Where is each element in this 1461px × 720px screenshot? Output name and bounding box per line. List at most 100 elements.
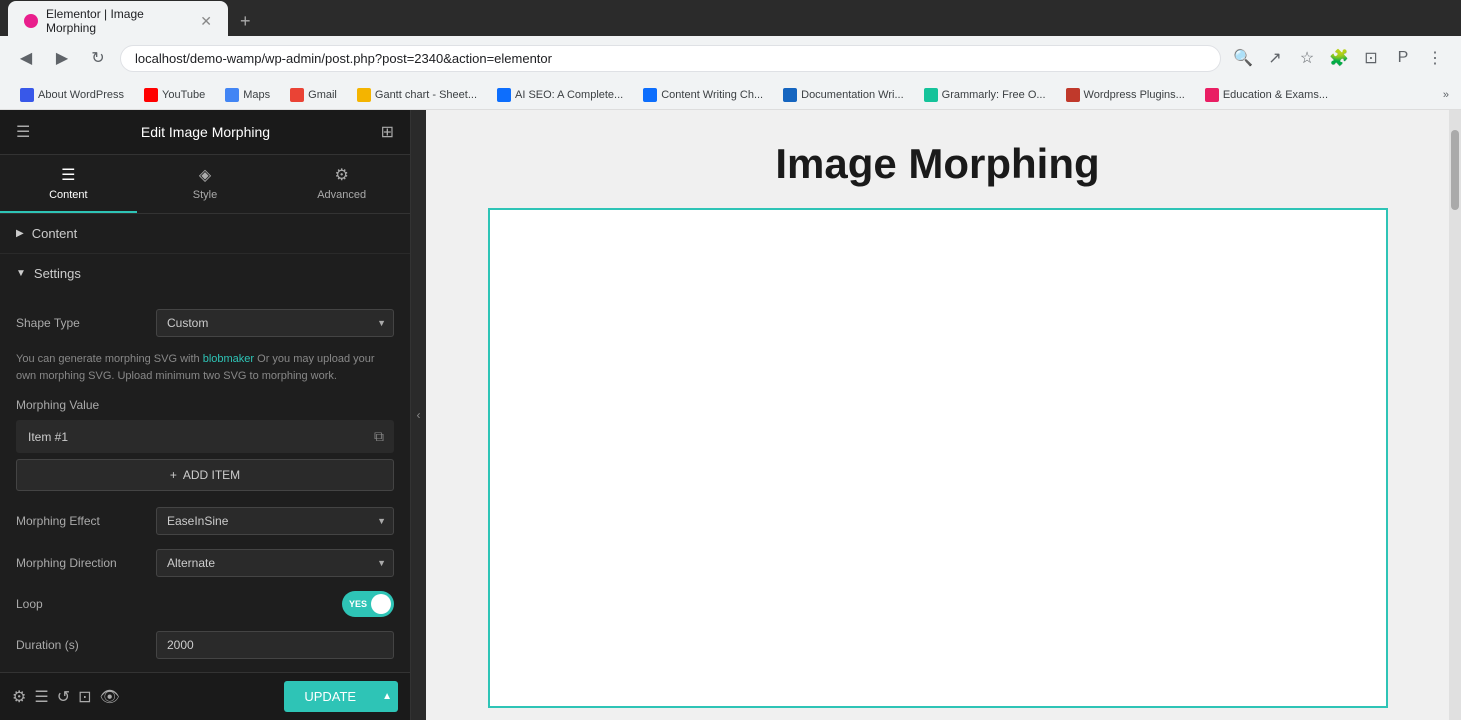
panel-tabs: ☰ Content ◈ Style ⚙ Advanced: [0, 155, 410, 214]
nav-bar: ◀ ▶ ↻ localhost/demo-wamp/wp-admin/post.…: [0, 36, 1461, 80]
bookmark-maps[interactable]: Maps: [217, 86, 278, 104]
forward-button[interactable]: ▶: [48, 44, 76, 72]
loop-toggle[interactable]: YES: [342, 591, 394, 617]
update-btn-group: UPDATE ▲: [284, 681, 398, 712]
morphing-direction-row: Morphing Direction Alternate Normal Reve…: [16, 549, 394, 577]
browser-chrome: Elementor | Image Morphing ✕ + ◀ ▶ ↻ loc…: [0, 0, 1461, 110]
bookmark-ai[interactable]: AI SEO: A Complete...: [489, 86, 631, 104]
responsive-footer-icon[interactable]: ⊡: [78, 687, 91, 707]
layers-footer-icon[interactable]: ☰: [34, 687, 48, 707]
bookmark-doc[interactable]: Documentation Wri...: [775, 86, 912, 104]
morphing-value-section: Morphing Value Item #1 ⧉: [16, 398, 394, 453]
shape-type-control: Custom Circle Square Triangle: [156, 309, 394, 337]
grid-icon[interactable]: ⊞: [381, 122, 394, 142]
settings-content: Shape Type Custom Circle Square Triangle: [0, 293, 410, 672]
loop-row: Loop YES: [16, 591, 394, 617]
add-item-plus-icon: +: [170, 468, 177, 482]
shape-type-label: Shape Type: [16, 316, 156, 330]
tab-close-button[interactable]: ✕: [200, 13, 212, 30]
sidebar: ☰ Edit Image Morphing ⊞ ☰ Content ◈ Styl…: [0, 110, 410, 720]
tab-favicon: [24, 14, 38, 28]
url-text: localhost/demo-wamp/wp-admin/post.php?po…: [135, 51, 1206, 66]
content-tab-label: Content: [49, 189, 88, 201]
item-row: Item #1 ⧉: [16, 420, 394, 453]
advanced-tab-label: Advanced: [317, 189, 366, 201]
zoom-button[interactable]: 🔍: [1229, 44, 1257, 72]
bookmark-gmail[interactable]: Gmail: [282, 86, 345, 104]
bookmark-cw[interactable]: Content Writing Ch...: [635, 86, 771, 104]
more-bookmarks[interactable]: »: [1443, 89, 1449, 101]
duplicate-item-button[interactable]: ⧉: [364, 420, 394, 453]
tab-content[interactable]: ☰ Content: [0, 155, 137, 213]
canvas-area: Image Morphing: [426, 110, 1449, 720]
extension-button[interactable]: 🧩: [1325, 44, 1353, 72]
duration-input[interactable]: [156, 631, 394, 659]
loop-label: Loop: [16, 597, 342, 611]
tab-style[interactable]: ◈ Style: [137, 155, 274, 213]
settings-section: ▼ Settings Shape Type Custom Circle Squa…: [0, 254, 410, 672]
shape-type-row: Shape Type Custom Circle Square Triangle: [16, 309, 394, 337]
sidebar-title: Edit Image Morphing: [141, 124, 270, 140]
bookmark-edu[interactable]: Education & Exams...: [1197, 86, 1336, 104]
sidebar-header-icons: ⊞: [381, 122, 394, 142]
bookmark-wpp[interactable]: Wordpress Plugins...: [1058, 86, 1193, 104]
morphing-value-label: Morphing Value: [16, 398, 394, 412]
menu-button[interactable]: ⋮: [1421, 44, 1449, 72]
tab-bar: Elementor | Image Morphing ✕ +: [0, 0, 1461, 36]
bookmark-yt[interactable]: YouTube: [136, 86, 213, 104]
add-item-button[interactable]: + ADD ITEM: [16, 459, 394, 491]
content-section-label: Content: [32, 226, 78, 241]
new-tab-button[interactable]: +: [232, 11, 259, 32]
settings-section-label: Settings: [34, 266, 81, 281]
morphing-direction-select[interactable]: Alternate Normal Reverse: [156, 549, 394, 577]
tab-label: Elementor | Image Morphing: [46, 7, 192, 35]
info-text-before: You can generate morphing SVG with: [16, 353, 203, 365]
duration-control: [156, 631, 394, 659]
bookmark-gantt[interactable]: Gantt chart - Sheet...: [349, 86, 485, 104]
sidebar-footer: ⚙ ☰ ↺ ⊡ 👁 UPDATE ▲: [0, 672, 410, 720]
scroll-thumb[interactable]: [1451, 130, 1459, 210]
sidebar-header: ☰ Edit Image Morphing ⊞: [0, 110, 410, 155]
morphing-effect-select[interactable]: EaseInSine Linear EaseIn EaseOut: [156, 507, 394, 535]
morphing-effect-control: EaseInSine Linear EaseIn EaseOut: [156, 507, 394, 535]
bookmark-button[interactable]: ☆: [1293, 44, 1321, 72]
duration-label: Duration (s): [16, 638, 156, 652]
reload-button[interactable]: ↻: [84, 44, 112, 72]
page-title: Image Morphing: [775, 140, 1099, 188]
add-item-label: ADD ITEM: [183, 468, 240, 482]
item-text: Item #1: [16, 422, 364, 452]
update-button[interactable]: UPDATE: [284, 681, 376, 712]
morphing-effect-row: Morphing Effect EaseInSine Linear EaseIn…: [16, 507, 394, 535]
canvas-element[interactable]: [488, 208, 1388, 708]
eye-footer-icon[interactable]: 👁: [100, 687, 120, 707]
tab-advanced[interactable]: ⚙ Advanced: [273, 155, 410, 213]
active-tab[interactable]: Elementor | Image Morphing ✕: [8, 1, 228, 41]
style-tab-icon: ◈: [199, 165, 211, 185]
content-chevron-icon: ▶: [16, 228, 24, 239]
panel-body: ▶ Content ▼ Settings Shape Type: [0, 214, 410, 672]
profile-button[interactable]: P: [1389, 44, 1417, 72]
main-area: ☰ Edit Image Morphing ⊞ ☰ Content ◈ Styl…: [0, 110, 1461, 720]
update-dropdown-button[interactable]: ▲: [376, 681, 398, 712]
hamburger-icon[interactable]: ☰: [16, 122, 30, 142]
history-footer-icon[interactable]: ↺: [57, 687, 70, 707]
share-button[interactable]: ↗: [1261, 44, 1289, 72]
back-button[interactable]: ◀: [12, 44, 40, 72]
scrollbar[interactable]: [1449, 110, 1461, 720]
collapse-handle[interactable]: ‹: [410, 110, 426, 720]
nav-actions: 🔍 ↗ ☆ 🧩 ⊡ P ⋮: [1229, 44, 1449, 72]
url-bar[interactable]: localhost/demo-wamp/wp-admin/post.php?po…: [120, 45, 1221, 72]
shape-type-select[interactable]: Custom Circle Square Triangle: [156, 309, 394, 337]
sidebar-button[interactable]: ⊡: [1357, 44, 1385, 72]
style-tab-label: Style: [193, 189, 217, 201]
morphing-direction-control: Alternate Normal Reverse: [156, 549, 394, 577]
settings-section-header[interactable]: ▼ Settings: [0, 254, 410, 293]
loop-yes-label: YES: [349, 599, 367, 609]
content-section-header[interactable]: ▶ Content: [0, 214, 410, 253]
info-text: You can generate morphing SVG with blobm…: [16, 351, 394, 384]
bookmark-gram[interactable]: Grammarly: Free O...: [916, 86, 1054, 104]
settings-chevron-icon: ▼: [16, 268, 26, 279]
settings-footer-icon[interactable]: ⚙: [12, 687, 26, 707]
blobmaker-link[interactable]: blobmaker: [203, 353, 254, 365]
bookmark-wp[interactable]: About WordPress: [12, 86, 132, 104]
